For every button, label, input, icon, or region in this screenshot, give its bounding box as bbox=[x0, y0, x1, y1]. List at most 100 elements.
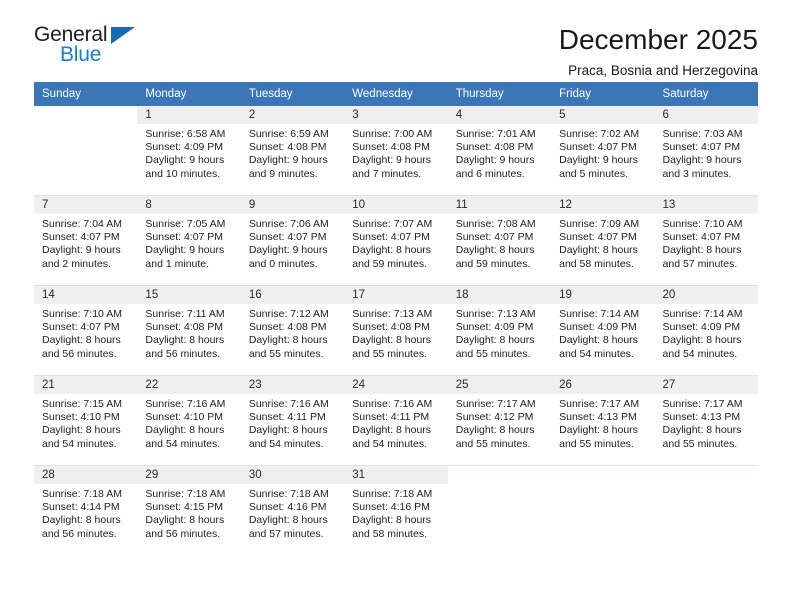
sun-info-line: Sunset: 4:16 PM bbox=[248, 501, 327, 514]
calendar-day-cell[interactable]: 7 Sunrise: 7:04 AM Sunset: 4:07 PM Daylight… bbox=[34, 195, 138, 286]
calendar-day-cell[interactable]: 8 Sunrise: 7:05 AM Sunset: 4:07 PM Daylight… bbox=[137, 195, 241, 286]
sun-info-line: Daylight: 8 hours bbox=[145, 334, 225, 347]
sun-info-line: Daylight: 8 hours bbox=[559, 334, 638, 347]
sun-info-line: and 3 minutes. bbox=[662, 167, 732, 180]
calendar-day-cell[interactable]: 29 Sunrise: 7:18 AM Sunset: 4:15 PM Dayligh… bbox=[137, 465, 241, 555]
logo-text-blue: Blue bbox=[60, 43, 102, 66]
day-number: 23 bbox=[240, 376, 345, 394]
sun-info: Sunrise: 7:07 AM Sunset: 4:07 PM Daylight:… bbox=[344, 214, 447, 271]
sun-info-line: Sunset: 4:10 PM bbox=[42, 411, 120, 424]
day-number: 17 bbox=[344, 286, 448, 304]
day-number: 28 bbox=[34, 466, 138, 484]
sun-info-line: Daylight: 8 hours bbox=[352, 424, 432, 437]
day-number bbox=[34, 106, 138, 124]
sun-info bbox=[448, 484, 551, 488]
sun-info-line: Sunset: 4:07 PM bbox=[42, 231, 120, 244]
calendar-day-cell[interactable]: 15 Sunrise: 7:11 AM Sunset: 4:08 PM Dayligh… bbox=[137, 285, 241, 376]
calendar-day-cell[interactable]: 4 Sunrise: 7:01 AM Sunset: 4:08 PM Daylight… bbox=[447, 106, 552, 196]
sun-info-line: Sunrise: 7:07 AM bbox=[352, 218, 433, 230]
sun-info-line: and 59 minutes. bbox=[455, 257, 531, 270]
day-cell-content: 31 Sunrise: 7:18 AM Sunset: 4:16 PM Dayligh… bbox=[344, 466, 448, 555]
sun-info-line: Sunrise: 7:17 AM bbox=[662, 398, 743, 410]
calendar-empty-cell bbox=[34, 106, 138, 196]
calendar-day-cell[interactable]: 3 Sunrise: 7:00 AM Sunset: 4:08 PM Daylight… bbox=[344, 106, 448, 196]
sun-info: Sunrise: 6:58 AM Sunset: 4:09 PM Daylight:… bbox=[137, 124, 240, 181]
calendar-day-cell[interactable]: 2 Sunrise: 6:59 AM Sunset: 4:08 PM Daylight… bbox=[240, 106, 345, 196]
sun-info: Sunrise: 7:16 AM Sunset: 4:11 PM Daylight:… bbox=[344, 394, 447, 451]
sun-info-line: and 56 minutes. bbox=[42, 347, 117, 360]
calendar-day-cell[interactable]: 12 Sunrise: 7:09 AM Sunset: 4:07 PM Dayligh… bbox=[551, 195, 655, 286]
day-cell-content: 2 Sunrise: 6:59 AM Sunset: 4:08 PM Daylight… bbox=[240, 106, 345, 195]
calendar-day-cell[interactable]: 5 Sunrise: 7:02 AM Sunset: 4:07 PM Daylight… bbox=[551, 106, 655, 196]
sun-info bbox=[655, 484, 758, 488]
calendar-day-cell[interactable]: 31 Sunrise: 7:18 AM Sunset: 4:16 PM Dayligh… bbox=[344, 465, 448, 555]
calendar-day-cell[interactable]: 23 Sunrise: 7:16 AM Sunset: 4:11 PM Dayligh… bbox=[240, 375, 345, 466]
day-number: 22 bbox=[137, 376, 241, 394]
calendar-day-cell[interactable]: 21 Sunrise: 7:15 AM Sunset: 4:10 PM Dayligh… bbox=[34, 375, 138, 466]
sun-info: Sunrise: 7:14 AM Sunset: 4:09 PM Daylight:… bbox=[655, 304, 758, 361]
calendar-day-cell[interactable]: 27 Sunrise: 7:17 AM Sunset: 4:13 PM Dayligh… bbox=[654, 375, 758, 466]
sun-info-line: and 1 minute. bbox=[145, 257, 210, 270]
calendar-day-cell[interactable]: 14 Sunrise: 7:10 AM Sunset: 4:07 PM Dayligh… bbox=[34, 285, 138, 376]
sun-info-line: and 2 minutes. bbox=[42, 257, 111, 270]
calendar-day-cell[interactable]: 6 Sunrise: 7:03 AM Sunset: 4:07 PM Daylight… bbox=[654, 106, 758, 196]
sun-info-line: Daylight: 9 hours bbox=[662, 154, 742, 167]
sun-info-line: Daylight: 8 hours bbox=[559, 424, 638, 437]
sun-info-line: and 56 minutes. bbox=[145, 347, 221, 360]
sun-info: Sunrise: 7:00 AM Sunset: 4:08 PM Daylight:… bbox=[344, 124, 447, 181]
sun-info: Sunrise: 7:17 AM Sunset: 4:12 PM Daylight:… bbox=[448, 394, 551, 451]
calendar-day-cell[interactable]: 1 Sunrise: 6:58 AM Sunset: 4:09 PM Daylight… bbox=[137, 106, 241, 196]
sun-info-line: Daylight: 8 hours bbox=[145, 424, 225, 437]
sun-info bbox=[34, 124, 137, 128]
sun-info-line: and 54 minutes. bbox=[559, 347, 634, 360]
sun-info: Sunrise: 7:16 AM Sunset: 4:11 PM Daylight:… bbox=[241, 394, 344, 451]
sun-info-line: Daylight: 9 hours bbox=[559, 154, 638, 167]
calendar-week-row: 14 Sunrise: 7:10 AM Sunset: 4:07 PM Dayligh… bbox=[34, 285, 758, 376]
calendar-day-cell[interactable]: 25 Sunrise: 7:17 AM Sunset: 4:12 PM Dayligh… bbox=[447, 375, 552, 466]
calendar-day-cell[interactable]: 24 Sunrise: 7:16 AM Sunset: 4:11 PM Dayligh… bbox=[344, 375, 448, 466]
sun-info-line: and 57 minutes. bbox=[662, 257, 738, 270]
day-number: 10 bbox=[344, 196, 448, 214]
calendar-day-cell[interactable]: 26 Sunrise: 7:17 AM Sunset: 4:13 PM Dayligh… bbox=[551, 375, 655, 466]
sun-info-line: Sunrise: 7:10 AM bbox=[42, 308, 122, 320]
sun-info: Sunrise: 7:17 AM Sunset: 4:13 PM Daylight:… bbox=[551, 394, 654, 451]
calendar-day-cell[interactable]: 30 Sunrise: 7:18 AM Sunset: 4:16 PM Dayligh… bbox=[240, 465, 345, 555]
calendar-day-cell[interactable]: 17 Sunrise: 7:13 AM Sunset: 4:08 PM Dayligh… bbox=[344, 285, 448, 376]
sun-info: Sunrise: 7:12 AM Sunset: 4:08 PM Daylight:… bbox=[241, 304, 344, 361]
calendar-empty-cell bbox=[551, 465, 655, 555]
day-cell-content: 16 Sunrise: 7:12 AM Sunset: 4:08 PM Dayligh… bbox=[240, 286, 345, 375]
sun-info-line: and 5 minutes. bbox=[559, 167, 628, 180]
day-number bbox=[447, 466, 552, 484]
day-number: 3 bbox=[344, 106, 448, 124]
calendar-day-cell[interactable]: 20 Sunrise: 7:14 AM Sunset: 4:09 PM Dayligh… bbox=[654, 285, 758, 376]
calendar-week-row: 28 Sunrise: 7:18 AM Sunset: 4:14 PM Dayligh… bbox=[34, 465, 758, 555]
sun-info-line: Sunrise: 7:17 AM bbox=[455, 398, 536, 410]
calendar-day-cell[interactable]: 22 Sunrise: 7:16 AM Sunset: 4:10 PM Dayligh… bbox=[137, 375, 241, 466]
day-cell-content: 17 Sunrise: 7:13 AM Sunset: 4:08 PM Dayligh… bbox=[344, 286, 448, 375]
weekday-header-wednesday: Wednesday bbox=[344, 82, 448, 106]
sun-info-line: and 59 minutes. bbox=[352, 257, 427, 270]
sun-info-line: Sunrise: 7:15 AM bbox=[42, 398, 122, 410]
sun-info-line: Sunrise: 7:09 AM bbox=[559, 218, 640, 230]
calendar-day-cell[interactable]: 19 Sunrise: 7:14 AM Sunset: 4:09 PM Dayligh… bbox=[551, 285, 655, 376]
weekday-header-friday: Friday bbox=[551, 82, 655, 106]
sun-info-line: Sunset: 4:16 PM bbox=[352, 501, 430, 514]
sun-info-line: Sunset: 4:08 PM bbox=[352, 321, 430, 334]
sun-info: Sunrise: 7:03 AM Sunset: 4:07 PM Daylight:… bbox=[655, 124, 758, 181]
calendar-day-cell[interactable]: 18 Sunrise: 7:13 AM Sunset: 4:09 PM Dayligh… bbox=[447, 285, 552, 376]
calendar-day-cell[interactable]: 28 Sunrise: 7:18 AM Sunset: 4:14 PM Dayligh… bbox=[34, 465, 138, 555]
sun-info-line: Sunrise: 7:13 AM bbox=[455, 308, 536, 320]
sun-info-line: and 56 minutes. bbox=[145, 527, 221, 540]
sun-info-line: and 7 minutes. bbox=[352, 167, 422, 180]
calendar-day-cell[interactable]: 16 Sunrise: 7:12 AM Sunset: 4:08 PM Dayligh… bbox=[240, 285, 345, 376]
calendar-day-cell[interactable]: 10 Sunrise: 7:07 AM Sunset: 4:07 PM Dayligh… bbox=[344, 195, 448, 286]
day-cell-content: 25 Sunrise: 7:17 AM Sunset: 4:12 PM Dayligh… bbox=[447, 376, 552, 465]
sun-info-line: and 0 minutes. bbox=[248, 257, 318, 270]
location-subtitle: Praca, Bosnia and Herzegovina bbox=[568, 63, 758, 78]
calendar-day-cell[interactable]: 9 Sunrise: 7:06 AM Sunset: 4:07 PM Daylight… bbox=[240, 195, 345, 286]
day-cell-content: 26 Sunrise: 7:17 AM Sunset: 4:13 PM Dayligh… bbox=[551, 376, 655, 465]
calendar-day-cell[interactable]: 11 Sunrise: 7:08 AM Sunset: 4:07 PM Dayligh… bbox=[447, 195, 552, 286]
calendar-day-cell[interactable]: 13 Sunrise: 7:10 AM Sunset: 4:07 PM Dayligh… bbox=[654, 195, 758, 286]
day-cell-content: 21 Sunrise: 7:15 AM Sunset: 4:10 PM Dayligh… bbox=[34, 376, 138, 465]
sun-info: Sunrise: 7:10 AM Sunset: 4:07 PM Daylight:… bbox=[34, 304, 137, 361]
